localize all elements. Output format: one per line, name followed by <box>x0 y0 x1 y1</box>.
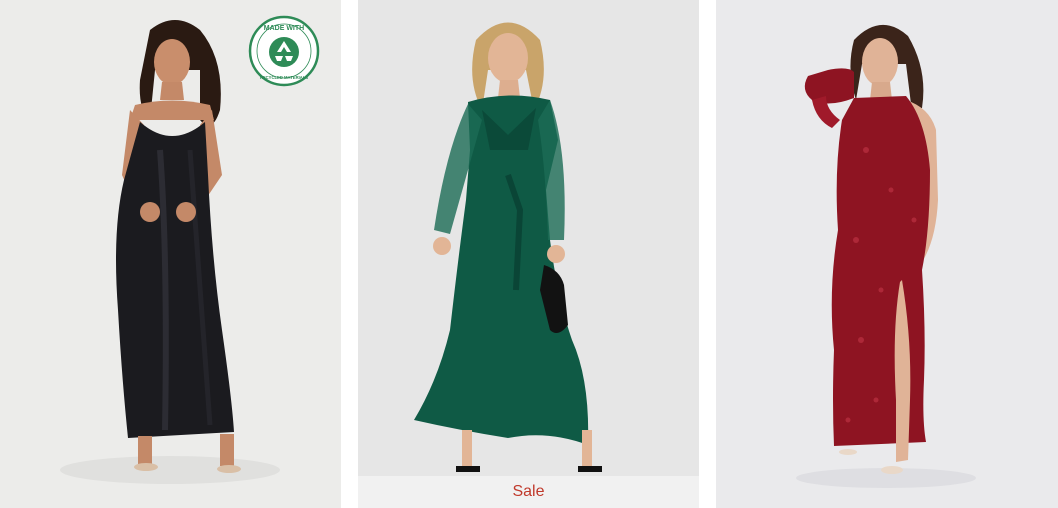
product-card-red-dress[interactable] <box>716 0 1058 508</box>
sale-label[interactable]: Sale <box>512 483 544 501</box>
product-grid: MADE WITH RECYCLED MATERIALS Sale <box>0 0 1058 508</box>
recycled-materials-badge: MADE WITH RECYCLED MATERIALS <box>248 15 320 87</box>
recycle-icon <box>269 37 299 67</box>
badge-bottom-text: RECYCLED MATERIALS <box>260 75 309 80</box>
product-label-bar: Sale <box>358 476 699 508</box>
product-card-green-dress[interactable]: Sale <box>358 0 699 508</box>
product-image-red-dress[interactable] <box>716 0 1058 508</box>
product-image-green-dress[interactable] <box>358 0 699 476</box>
badge-top-text: MADE WITH <box>264 25 304 32</box>
product-card-black-dress[interactable]: MADE WITH RECYCLED MATERIALS <box>0 0 341 508</box>
